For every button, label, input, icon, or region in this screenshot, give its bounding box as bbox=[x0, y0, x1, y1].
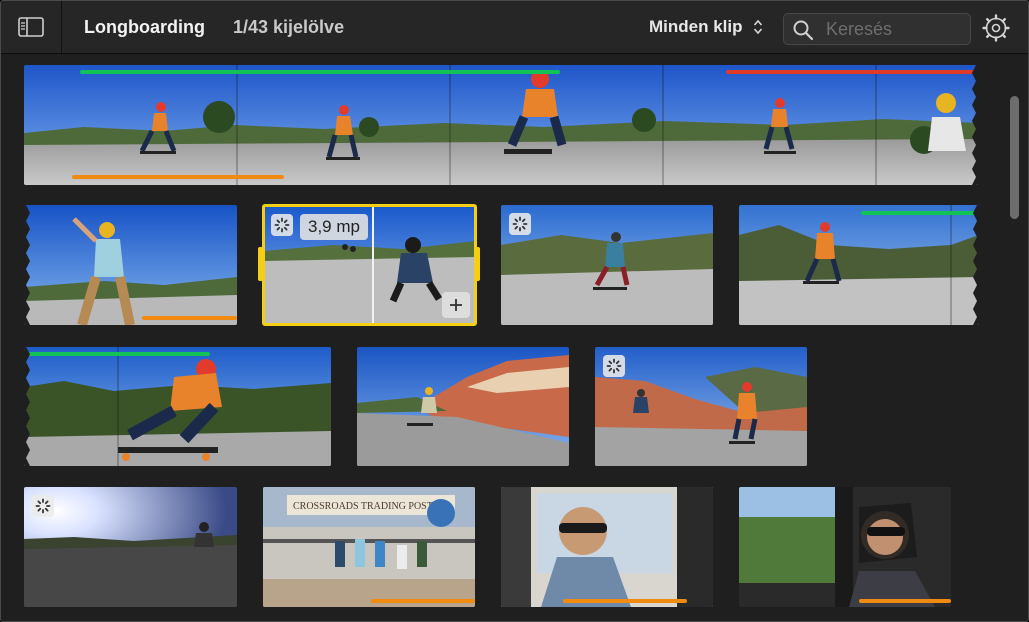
clip-continues-edge bbox=[973, 205, 979, 325]
search-input[interactable] bbox=[824, 17, 968, 41]
clip-frame-image bbox=[739, 205, 979, 325]
sidebar-toggle-icon bbox=[18, 17, 44, 37]
clip-thumbnail-10[interactable]: CROSSROADS TRADING POST bbox=[263, 487, 475, 607]
sidebar-toggle-button[interactable] bbox=[1, 1, 62, 53]
clip-continues-edge bbox=[24, 205, 30, 325]
clip-duration-label: 3,9 mp bbox=[300, 214, 368, 240]
favorite-range-bar bbox=[24, 352, 210, 356]
clip-frame-image bbox=[595, 347, 807, 466]
audio-range-bar bbox=[371, 599, 475, 603]
clip-frame-image: CROSSROADS TRADING POST bbox=[263, 487, 475, 607]
loading-spinner-icon bbox=[271, 214, 293, 236]
settings-button[interactable] bbox=[981, 13, 1011, 43]
clip-frame-image bbox=[24, 487, 237, 607]
selection-handle-left[interactable] bbox=[258, 247, 263, 281]
clip-filter-label: Minden klip bbox=[649, 17, 743, 36]
svg-text:CROSSROADS TRADING POST: CROSSROADS TRADING POST bbox=[293, 501, 433, 512]
search-field[interactable] bbox=[783, 13, 971, 45]
event-title: Longboarding bbox=[84, 17, 205, 37]
audio-range-bar bbox=[142, 316, 237, 320]
loading-spinner-icon bbox=[32, 495, 54, 517]
audio-range-bar bbox=[563, 599, 687, 603]
audio-range-bar bbox=[72, 175, 284, 179]
updown-chevron-icon bbox=[753, 18, 763, 36]
clip-thumbnail-6[interactable] bbox=[24, 347, 331, 466]
clip-thumbnail-4[interactable] bbox=[501, 205, 713, 325]
favorite-range-bar bbox=[861, 211, 979, 215]
audio-range-bar bbox=[859, 599, 951, 603]
clip-thumbnail-12[interactable] bbox=[739, 487, 951, 607]
clip-thumbnail-8[interactable] bbox=[595, 347, 807, 466]
clip-thumbnail-1[interactable] bbox=[24, 65, 978, 185]
gear-icon bbox=[982, 14, 1010, 42]
clip-thumbnail-9[interactable] bbox=[24, 487, 237, 607]
skimmer-playhead[interactable] bbox=[372, 205, 374, 325]
browser-header: Longboarding 1/43 kijelölve Minden klip bbox=[1, 1, 1028, 54]
selection-handle-right[interactable] bbox=[475, 247, 480, 281]
plus-icon bbox=[450, 299, 462, 311]
loading-spinner-icon bbox=[603, 355, 625, 377]
selection-count: 1/43 kijelölve bbox=[233, 17, 345, 37]
clip-filmstrip-frames bbox=[24, 347, 331, 466]
clip-frame-image bbox=[739, 487, 951, 607]
clip-frame-image bbox=[24, 205, 237, 325]
add-to-movie-button[interactable] bbox=[442, 292, 470, 318]
clip-thumbnail-11[interactable] bbox=[501, 487, 713, 607]
clip-filmstrip-frames bbox=[24, 65, 978, 185]
clip-browser[interactable]: 3,9 mp CROSSROADS TRADING POST bbox=[1, 54, 1028, 621]
rejected-range-bar bbox=[726, 70, 978, 74]
clip-thumbnail-7[interactable] bbox=[357, 347, 569, 466]
clip-thumbnail-5[interactable] bbox=[739, 205, 979, 325]
search-icon bbox=[793, 20, 814, 41]
clip-frame-image bbox=[501, 487, 713, 607]
imovie-browser-window: Longboarding 1/43 kijelölve Minden klip bbox=[0, 0, 1029, 622]
clip-frame-image bbox=[357, 347, 569, 466]
loading-spinner-icon bbox=[509, 213, 531, 235]
clip-thumbnail-2[interactable] bbox=[24, 205, 237, 325]
vertical-scrollbar-thumb[interactable] bbox=[1010, 96, 1019, 219]
favorite-range-bar bbox=[80, 70, 560, 74]
clip-filter-popup[interactable]: Minden klip bbox=[649, 17, 763, 37]
clip-frame-image bbox=[501, 205, 713, 325]
clip-continues-edge bbox=[972, 65, 978, 185]
clip-continues-edge bbox=[24, 347, 30, 466]
